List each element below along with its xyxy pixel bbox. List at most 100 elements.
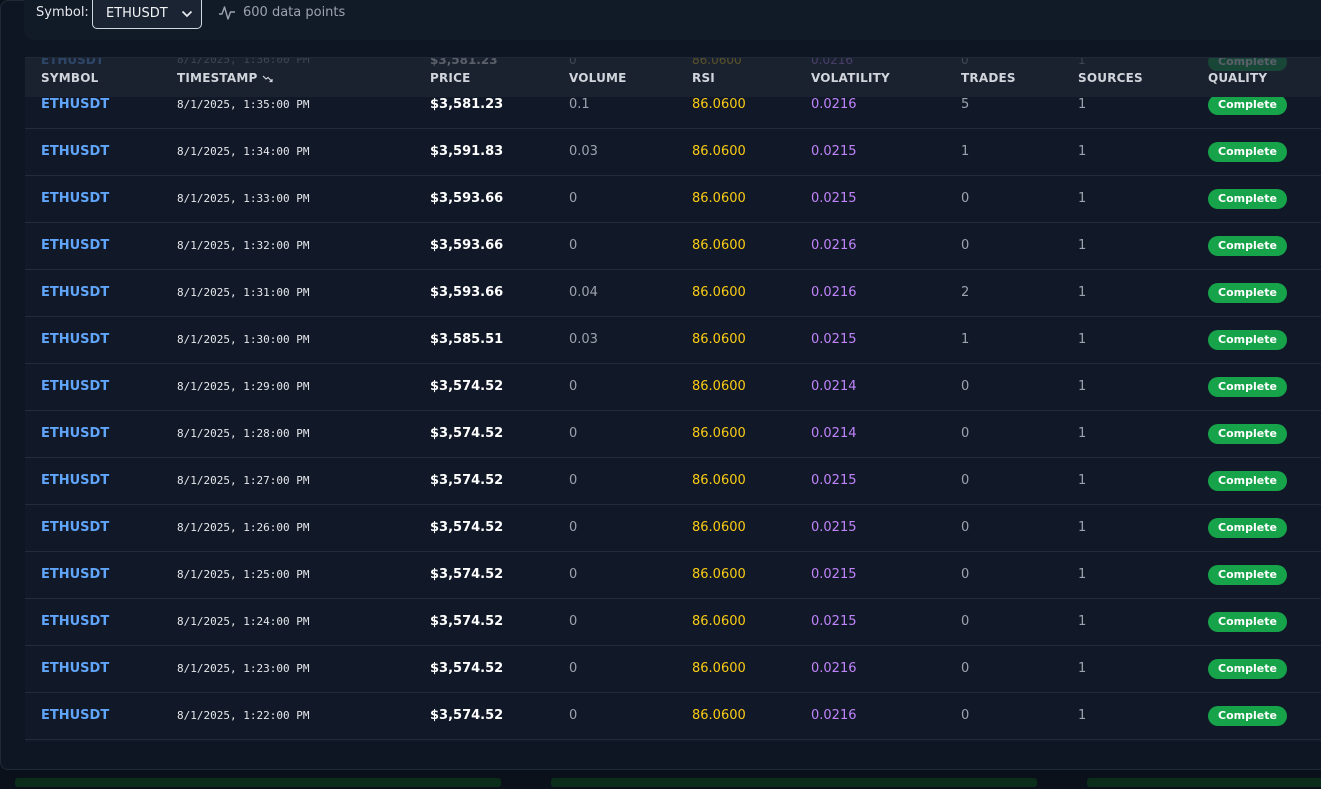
quality-badge: Complete [1208,659,1287,679]
col-header-quality[interactable]: QUALITY [1208,71,1267,85]
cell-volume: 0 [569,473,578,488]
cell-price: $3,591.83 [430,144,504,159]
cell-rsi: 86.0600 [692,379,746,394]
col-header-volatility[interactable]: VOLATILITY [811,71,890,85]
cell-trades: 0 [961,473,970,488]
cell-quality: Complete [1208,693,1287,739]
table-row[interactable]: ETHUSDT 8/1/2025, 1:31:00 PM $3,593.66 0.04… [25,270,1321,317]
table-row[interactable]: ETHUSDT 8/1/2025, 1:33:00 PM $3,593.66 0 86.… [25,176,1321,223]
table-row[interactable]: ETHUSDT 8/1/2025, 1:26:00 PM $3,574.52 0 86.… [25,505,1321,552]
quality-badge: Complete [1208,377,1287,397]
cell-volume: 0 [569,520,578,535]
cell-volatility: 0.0216 [811,708,857,723]
col-header-price[interactable]: PRICE [430,71,471,85]
cell-rsi: 86.0600 [692,191,746,206]
table-row[interactable]: ETHUSDT 8/1/2025, 1:34:00 PM $3,591.83 0.03… [25,129,1321,176]
cell-trades: 0 [961,661,970,676]
cell-price: $3,574.52 [430,708,504,723]
symbol-select-value: ETHUSDT [106,6,168,21]
cell-symbol[interactable]: ETHUSDT [41,176,109,222]
col-header-sources[interactable]: SOURCES [1078,71,1143,85]
cell-symbol[interactable]: ETHUSDT [41,270,109,316]
cell-symbol[interactable]: ETHUSDT [41,693,109,739]
cell-price: $3,593.66 [430,238,504,253]
sort-descending-icon [262,72,274,86]
quality-badge: Complete [1208,95,1287,115]
cell-rsi: 86.0600 [692,144,746,159]
col-header-symbol[interactable]: SYMBOL [41,71,98,85]
cell-timestamp: 8/1/2025, 1:30:00 PM [177,333,310,346]
cell-volatility: 0.0216 [811,238,857,253]
quality-badge: Complete [1208,565,1287,585]
cell-symbol[interactable]: ETHUSDT [41,552,109,598]
cell-rsi: 86.0600 [692,285,746,300]
ghost-quality-badge: Complete [1208,58,1287,71]
cell-symbol[interactable]: ETHUSDT [41,505,109,551]
cell-symbol[interactable]: ETHUSDT [41,223,109,269]
cell-price: $3,574.52 [430,614,504,629]
cell-quality: Complete [1208,129,1287,175]
cell-rsi: 86.0600 [692,426,746,441]
cell-symbol[interactable]: ETHUSDT [41,317,109,363]
table-row[interactable]: ETHUSDT 8/1/2025, 1:27:00 PM $3,574.52 0 86.… [25,458,1321,505]
cell-symbol[interactable]: ETHUSDT [41,458,109,504]
cell-trades: 0 [961,426,970,441]
cell-sources: 1 [1078,520,1087,535]
cell-quality: Complete [1208,364,1287,410]
cell-price: $3,574.52 [430,567,504,582]
table-header: ETHUSDT 8/1/2025, 1:36:00 PM $3,581.23 0… [25,58,1321,97]
table-row[interactable]: ETHUSDT 8/1/2025, 1:24:00 PM $3,574.52 0 86.… [25,599,1321,646]
table-row[interactable]: ETHUSDT 8/1/2025, 1:23:00 PM $3,574.52 0 86.… [25,646,1321,693]
col-header-volume[interactable]: VOLUME [569,71,627,85]
cell-trades: 0 [961,191,970,206]
table-row[interactable]: ETHUSDT 8/1/2025, 1:30:00 PM $3,585.51 0.03… [25,317,1321,364]
quality-badge: Complete [1208,142,1287,162]
cell-symbol[interactable]: ETHUSDT [41,411,109,457]
bottom-progress-strip [0,776,1321,789]
col-header-rsi[interactable]: RSI [692,71,715,85]
cell-volume: 0 [569,614,578,629]
cell-timestamp: 8/1/2025, 1:25:00 PM [177,568,310,581]
quality-badge: Complete [1208,612,1287,632]
cell-rsi: 86.0600 [692,661,746,676]
quality-badge: Complete [1208,330,1287,350]
cell-volume: 0 [569,426,578,441]
cell-quality: Complete [1208,317,1287,363]
ghost-trades: 0 [961,57,969,67]
col-header-trades[interactable]: TRADES [961,71,1016,85]
cell-symbol[interactable]: ETHUSDT [41,599,109,645]
cell-timestamp: 8/1/2025, 1:33:00 PM [177,192,310,205]
ghost-timestamp: 8/1/2025, 1:36:00 PM [177,57,310,66]
cell-volatility: 0.0214 [811,426,857,441]
cell-price: $3,585.51 [430,332,504,347]
cell-volatility: 0.0215 [811,473,857,488]
cell-volume: 0.03 [569,144,598,159]
cell-quality: Complete [1208,646,1287,692]
table-row[interactable]: ETHUSDT 8/1/2025, 1:28:00 PM $3,574.52 0 86.… [25,411,1321,458]
cell-sources: 1 [1078,614,1087,629]
cell-trades: 0 [961,238,970,253]
cell-rsi: 86.0600 [692,614,746,629]
cell-price: $3,574.52 [430,473,504,488]
table-row[interactable]: ETHUSDT 8/1/2025, 1:29:00 PM $3,574.52 0 86.… [25,364,1321,411]
cell-volatility: 0.0214 [811,379,857,394]
cell-quality: Complete [1208,411,1287,457]
cell-symbol[interactable]: ETHUSDT [41,364,109,410]
cell-timestamp: 8/1/2025, 1:34:00 PM [177,145,310,158]
ghost-price: $3,581.23 [430,57,498,67]
col-header-timestamp[interactable]: TIMESTAMP [177,71,274,86]
cell-sources: 1 [1078,332,1087,347]
table-row[interactable]: ETHUSDT 8/1/2025, 1:22:00 PM $3,574.52 0 86.… [25,693,1321,740]
table-row[interactable]: ETHUSDT 8/1/2025, 1:25:00 PM $3,574.52 0 86.… [25,552,1321,599]
cell-timestamp: 8/1/2025, 1:29:00 PM [177,380,310,393]
cell-volatility: 0.0215 [811,520,857,535]
cell-sources: 1 [1078,426,1087,441]
cell-symbol[interactable]: ETHUSDT [41,646,109,692]
table-row[interactable]: ETHUSDT 8/1/2025, 1:32:00 PM $3,593.66 0 86.… [25,223,1321,270]
cell-symbol[interactable]: ETHUSDT [41,129,109,175]
ghost-sources: 1 [1078,57,1086,67]
cell-sources: 1 [1078,708,1087,723]
symbol-select[interactable]: ETHUSDT [92,0,202,29]
status-bar-segment [1087,778,1321,787]
cell-sources: 1 [1078,661,1087,676]
